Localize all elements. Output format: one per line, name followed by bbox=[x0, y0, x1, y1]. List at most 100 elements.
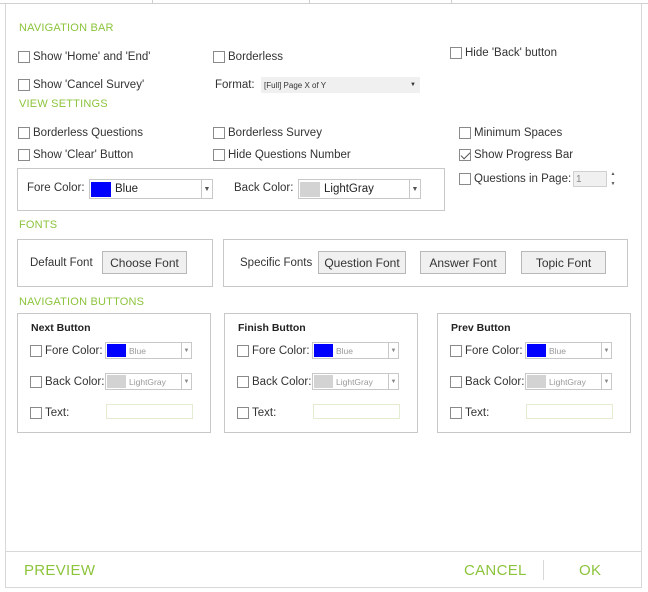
show-home-end-checkbox[interactable]: Show 'Home' and 'End' bbox=[18, 51, 150, 63]
chevron-down-icon: ▼ bbox=[601, 374, 611, 389]
finish-back-color-checkbox[interactable]: Back Color: bbox=[237, 376, 311, 388]
checkbox-label: Text: bbox=[252, 407, 277, 419]
checkbox-box[interactable] bbox=[30, 407, 42, 419]
combo-value: LightGray bbox=[129, 376, 166, 387]
questions-in-page-checkbox[interactable]: Questions in Page: bbox=[459, 173, 571, 185]
next-back-color-combo[interactable]: LightGray ▼ bbox=[105, 373, 192, 390]
prev-text-checkbox[interactable]: Text: bbox=[450, 407, 489, 419]
footer-separator bbox=[543, 560, 544, 580]
finish-text-input[interactable] bbox=[313, 404, 400, 419]
next-fore-color-checkbox[interactable]: Fore Color: bbox=[30, 345, 103, 357]
checkbox-box[interactable] bbox=[450, 376, 462, 388]
combo-value: Blue bbox=[336, 345, 354, 356]
checkbox-box[interactable] bbox=[237, 376, 249, 388]
question-font-button[interactable]: Question Font bbox=[318, 251, 406, 274]
color-swatch bbox=[527, 344, 546, 357]
checkbox-box[interactable] bbox=[18, 149, 30, 161]
checkbox-box[interactable] bbox=[450, 47, 462, 59]
combo-value: LightGray bbox=[324, 183, 374, 195]
format-select[interactable]: [Full] Page X of Y ▼ bbox=[261, 77, 420, 93]
show-cancel-survey-checkbox[interactable]: Show 'Cancel Survey' bbox=[18, 79, 144, 91]
topic-font-button[interactable]: Topic Font bbox=[521, 251, 606, 274]
checkbox-box[interactable] bbox=[213, 51, 225, 63]
frame-right bbox=[641, 4, 642, 588]
checkbox-box[interactable] bbox=[18, 51, 30, 63]
checkbox-label: Fore Color: bbox=[45, 345, 103, 357]
checkbox-label: Minimum Spaces bbox=[474, 127, 563, 139]
next-text-input[interactable] bbox=[106, 404, 193, 419]
checkbox-box[interactable] bbox=[213, 127, 225, 139]
checkbox-box[interactable] bbox=[237, 407, 249, 419]
finish-text-checkbox[interactable]: Text: bbox=[237, 407, 276, 419]
checkbox-label: Text: bbox=[45, 407, 70, 419]
borderless-questions-checkbox[interactable]: Borderless Questions bbox=[18, 127, 143, 139]
checkbox-label: Borderless bbox=[228, 51, 283, 63]
prev-back-color-checkbox[interactable]: Back Color: bbox=[450, 376, 524, 388]
prev-fore-color-checkbox[interactable]: Fore Color: bbox=[450, 345, 523, 357]
checkbox-label: Hide Questions Number bbox=[228, 149, 351, 161]
questions-in-page-spinner[interactable]: 1 bbox=[573, 171, 607, 187]
checkbox-box[interactable] bbox=[30, 345, 42, 357]
checkbox-box[interactable] bbox=[237, 345, 249, 357]
cancel-button[interactable]: CANCEL bbox=[464, 562, 527, 579]
prev-button-title: Prev Button bbox=[451, 322, 511, 334]
checkbox-box[interactable] bbox=[459, 149, 471, 161]
format-label: Format: bbox=[215, 79, 255, 91]
finish-fore-color-combo[interactable]: Blue ▼ bbox=[312, 342, 399, 359]
checkbox-box[interactable] bbox=[213, 149, 225, 161]
show-progress-bar-checkbox[interactable]: Show Progress Bar bbox=[459, 149, 573, 161]
checkbox-box[interactable] bbox=[459, 127, 471, 139]
frame-bottom bbox=[5, 587, 642, 588]
top-divider bbox=[451, 0, 452, 4]
checkbox-label: Borderless Survey bbox=[228, 127, 322, 139]
combo-value: LightGray bbox=[549, 376, 586, 387]
chevron-down-icon: ▼ bbox=[181, 343, 191, 358]
section-title-fonts: FONTS bbox=[19, 219, 58, 231]
checkbox-label: Questions in Page: bbox=[474, 173, 572, 185]
spinner-buttons[interactable]: ▲ ▼ bbox=[609, 171, 617, 187]
next-text-checkbox[interactable]: Text: bbox=[30, 407, 69, 419]
next-button-title: Next Button bbox=[31, 322, 91, 334]
combo-value: Blue bbox=[549, 345, 567, 356]
preview-button[interactable]: PREVIEW bbox=[24, 562, 95, 579]
spinner-down-icon[interactable]: ▼ bbox=[611, 181, 616, 187]
show-clear-button-checkbox[interactable]: Show 'Clear' Button bbox=[18, 149, 133, 161]
checkbox-label: Text: bbox=[465, 407, 490, 419]
format-select-value: [Full] Page X of Y bbox=[264, 80, 327, 90]
borderless-survey-checkbox[interactable]: Borderless Survey bbox=[213, 127, 322, 139]
answer-font-button[interactable]: Answer Font bbox=[420, 251, 506, 274]
section-title-navigation-bar: NAVIGATION BAR bbox=[19, 22, 114, 34]
spinner-up-icon[interactable]: ▲ bbox=[611, 171, 616, 177]
chevron-down-icon: ▼ bbox=[409, 180, 420, 198]
ok-button[interactable]: OK bbox=[579, 562, 601, 579]
checkbox-label: Fore Color: bbox=[465, 345, 523, 357]
prev-text-input[interactable] bbox=[526, 404, 613, 419]
finish-fore-color-checkbox[interactable]: Fore Color: bbox=[237, 345, 310, 357]
next-back-color-checkbox[interactable]: Back Color: bbox=[30, 376, 104, 388]
finish-back-color-combo[interactable]: LightGray ▼ bbox=[312, 373, 399, 390]
borderless-checkbox[interactable]: Borderless bbox=[213, 51, 283, 63]
fore-color-combo[interactable]: Blue ▼ bbox=[89, 179, 213, 199]
combo-value: Blue bbox=[115, 183, 139, 195]
checkbox-box[interactable] bbox=[30, 376, 42, 388]
checkbox-box[interactable] bbox=[450, 345, 462, 357]
choose-font-button[interactable]: Choose Font bbox=[102, 251, 187, 274]
spinner-value: 1 bbox=[576, 173, 582, 185]
hide-questions-number-checkbox[interactable]: Hide Questions Number bbox=[213, 149, 351, 161]
hide-back-button-checkbox[interactable]: Hide 'Back' button bbox=[450, 47, 557, 59]
chevron-down-icon: ▼ bbox=[601, 343, 611, 358]
next-fore-color-combo[interactable]: Blue ▼ bbox=[105, 342, 192, 359]
prev-fore-color-combo[interactable]: Blue ▼ bbox=[525, 342, 612, 359]
checkbox-label: Hide 'Back' button bbox=[465, 47, 557, 59]
checkbox-label: Back Color: bbox=[45, 376, 105, 388]
prev-back-color-combo[interactable]: LightGray ▼ bbox=[525, 373, 612, 390]
checkbox-box[interactable] bbox=[450, 407, 462, 419]
minimum-spaces-checkbox[interactable]: Minimum Spaces bbox=[459, 127, 562, 139]
checkbox-box[interactable] bbox=[18, 127, 30, 139]
checkbox-label: Borderless Questions bbox=[33, 127, 143, 139]
back-color-combo[interactable]: LightGray ▼ bbox=[298, 179, 421, 199]
chevron-down-icon: ▼ bbox=[388, 343, 398, 358]
checkbox-box[interactable] bbox=[459, 173, 471, 185]
checkbox-box[interactable] bbox=[18, 79, 30, 91]
section-title-view-settings: VIEW SETTINGS bbox=[19, 98, 108, 110]
